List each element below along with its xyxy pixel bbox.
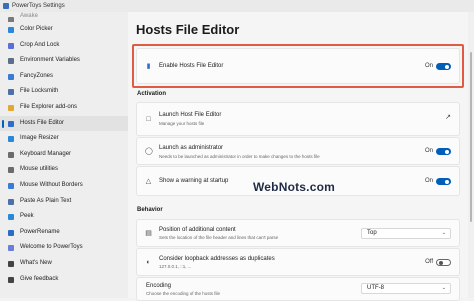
position-value: Top [367, 230, 377, 236]
welcome-icon [8, 245, 14, 252]
encoding-value: UTF-8 [367, 285, 384, 291]
external-link-icon[interactable]: ↗ [445, 113, 451, 121]
hosts-file-editor-icon [8, 120, 14, 127]
mouse-icon [8, 167, 14, 174]
environment-variables-icon [8, 58, 14, 65]
sidebar-item-fancyzones[interactable]: FancyZones [0, 69, 128, 85]
loopback-icon: ◐ [146, 259, 151, 266]
encoding-subtitle: Choose the encoding of the hosts file [146, 291, 221, 296]
launch-card[interactable]: □ Launch Host File Editor Manage your ho… [136, 102, 460, 136]
encoding-title: Encoding [146, 283, 172, 289]
admin-state: On [424, 148, 433, 154]
sidebar-item-hosts-file-editor[interactable]: Hosts File Editor [0, 115, 128, 132]
loopback-subtitle: 127.0.0.1, ::1, ... [159, 264, 192, 269]
file-explorer-icon [8, 104, 14, 111]
sidebar-item-image-resizer[interactable]: Image Resizer [0, 131, 128, 147]
toggle-knob [445, 179, 449, 184]
powerrename-icon [8, 229, 14, 236]
feedback-icon [8, 276, 14, 283]
sidebar-item-crop-and-lock[interactable]: Crop And Lock [0, 38, 128, 54]
sidebar-item-color-picker[interactable]: Color Picker [0, 22, 128, 38]
position-card: ▤ Position of additional content Sets th… [136, 219, 460, 247]
sidebar-item-give-feedback[interactable]: Give feedback [0, 272, 128, 288]
loopback-card: ◐ Consider loopback addresses as duplica… [136, 248, 460, 276]
sidebar-item-file-locksmith[interactable]: File Locksmith [0, 84, 128, 100]
enable-state: On [424, 63, 433, 69]
position-icon: ▤ [145, 230, 152, 237]
hosts-file-editor-icon: ▮ [146, 63, 151, 70]
fancyzones-icon [8, 73, 14, 80]
section-activation: Activation [137, 91, 167, 97]
crop-icon [8, 42, 14, 49]
color-picker-icon [8, 27, 14, 33]
image-resizer-icon [8, 136, 14, 143]
powertoys-icon [3, 3, 9, 9]
scrollbar-thumb[interactable] [470, 52, 472, 222]
sidebar-item-powerrename[interactable]: PowerRename [0, 225, 128, 241]
page-title: Hosts File Editor [136, 22, 240, 37]
launch-subtitle: Manage your hosts file [159, 121, 205, 126]
admin-card: ◯ Launch as administrator Needs to be la… [136, 137, 460, 165]
window-title: PowerToys Settings [12, 3, 65, 9]
chevron-down-icon: ⌄ [441, 285, 446, 291]
warning-state: On [424, 178, 433, 184]
warning-icon: △ [145, 178, 152, 185]
sidebar-item-welcome[interactable]: Welcome to PowerToys [0, 240, 128, 256]
enable-label: Enable Hosts File Editor [159, 63, 224, 69]
loopback-title: Consider loopback addresses as duplicate… [159, 256, 275, 262]
launch-title: Launch Host File Editor [159, 112, 222, 118]
sidebar-item-environment-variables[interactable]: Environment Variables [0, 53, 128, 69]
section-behavior: Behavior [137, 207, 163, 213]
sidebar-item-whats-new[interactable]: What's New [0, 256, 128, 272]
sidebar-item-awake[interactable]: Awake [0, 12, 128, 22]
position-title: Position of additional content [159, 227, 236, 233]
enable-card: ▮ Enable Hosts File Editor On [136, 48, 460, 84]
warning-title: Show a warning at startup [159, 178, 229, 184]
chevron-down-icon: ⌄ [441, 230, 446, 236]
shield-icon: ◯ [145, 148, 153, 155]
position-dropdown[interactable]: Top ⌄ [361, 228, 451, 239]
encoding-card: Encoding Choose the encoding of the host… [136, 277, 460, 301]
peek-icon [8, 214, 14, 221]
toggle-knob [445, 149, 449, 154]
admin-title: Launch as administrator [159, 145, 224, 151]
toggle-knob [438, 260, 443, 265]
sidebar-item-peek[interactable]: Peek [0, 209, 128, 225]
enable-toggle[interactable] [436, 63, 451, 70]
sidebar-item-mouse-utilities[interactable]: Mouse utilities [0, 162, 128, 178]
sidebar: Awake Color Picker Crop And Lock Environ… [0, 12, 128, 298]
loopback-state: Off [425, 259, 433, 265]
watermark: WebNots.com [253, 180, 335, 194]
mouse-without-borders-icon [8, 182, 14, 189]
title-bar: PowerToys Settings [0, 0, 474, 12]
admin-toggle[interactable] [436, 148, 451, 155]
sidebar-item-mouse-without-borders[interactable]: Mouse Without Borders [0, 178, 128, 194]
loopback-toggle[interactable] [436, 259, 451, 266]
sidebar-item-keyboard-manager[interactable]: Keyboard Manager [0, 147, 128, 163]
admin-subtitle: Needs to be launched as administrator in… [159, 154, 320, 159]
main-content: Hosts File Editor ▮ Enable Hosts File Ed… [128, 12, 468, 301]
file-locksmith-icon [8, 89, 14, 96]
toggle-knob [445, 64, 449, 69]
warning-toggle[interactable] [436, 178, 451, 185]
paste-icon [8, 198, 14, 205]
encoding-dropdown[interactable]: UTF-8 ⌄ [361, 283, 451, 294]
sidebar-item-paste-as-plain-text[interactable]: Paste As Plain Text [0, 194, 128, 210]
keyboard-icon [8, 151, 14, 158]
scrollbar[interactable] [468, 12, 474, 298]
sidebar-item-file-explorer-add-ons[interactable]: File Explorer add-ons [0, 100, 128, 116]
whats-new-icon [8, 260, 14, 267]
position-subtitle: Sets the location of the file header and… [159, 235, 279, 240]
launch-icon: □ [146, 116, 151, 123]
